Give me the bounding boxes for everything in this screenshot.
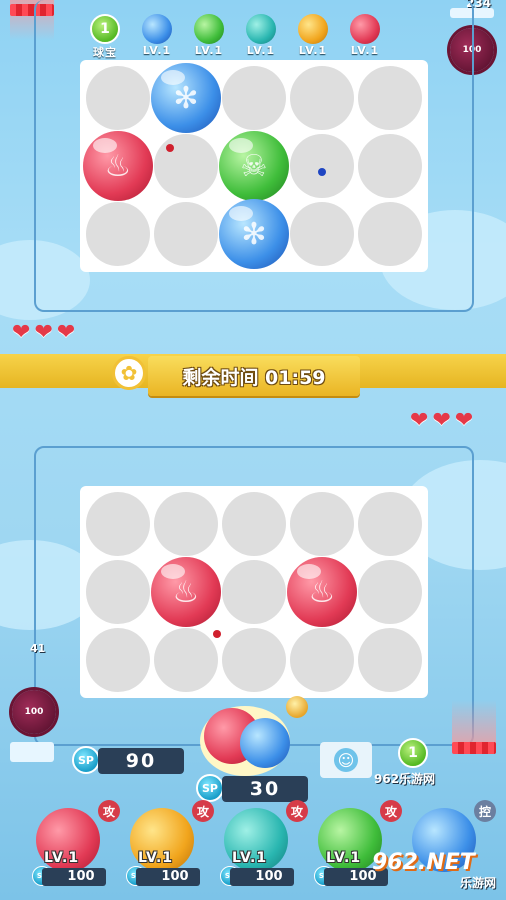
- summon-cost: 30: [222, 776, 308, 802]
- board-cell[interactable]: [290, 628, 354, 692]
- board-cell: ✻: [219, 199, 289, 269]
- emote-button[interactable]: ☺: [320, 742, 372, 778]
- board-cell: [358, 66, 422, 130]
- fire-orb[interactable]: ♨: [151, 557, 221, 627]
- watermark-site: 962乐游网: [374, 772, 436, 786]
- attack-tag: 攻: [380, 800, 402, 822]
- summon-button[interactable]: [200, 696, 308, 776]
- card-level: LV.1: [138, 850, 174, 866]
- board-cell: [222, 66, 286, 130]
- opponent-lives: ❤ ❤ ❤: [12, 322, 75, 344]
- watermark-logo: 962.NET 乐游网: [372, 850, 502, 896]
- board-cell: [86, 66, 150, 130]
- timer-box: 剩余时间 01:59: [148, 356, 360, 396]
- board-cell: [86, 202, 150, 266]
- board-cell[interactable]: [86, 560, 150, 624]
- ice-orb: ✻: [219, 199, 289, 269]
- attack-tag: 攻: [98, 800, 120, 822]
- board-cell: [154, 134, 218, 198]
- player-platform: [10, 742, 54, 762]
- player-spawn-glow: [452, 700, 496, 744]
- projectile: [213, 630, 221, 638]
- sp-icon: SP: [72, 746, 100, 774]
- card-cost: 100: [136, 868, 200, 886]
- heart-icon: ❤: [432, 408, 451, 433]
- clock-icon: ✿: [112, 356, 146, 390]
- board-cell[interactable]: [154, 492, 218, 556]
- sp-total: 90: [98, 748, 184, 774]
- watermark-sub: 乐游网: [459, 876, 496, 890]
- skill-card-fire[interactable]: 攻 LV.1 SP 100: [30, 800, 120, 894]
- board-cell[interactable]: [222, 628, 286, 692]
- watermark-logo-text: 962.NET: [372, 850, 475, 875]
- smiley-icon: ☺: [334, 748, 358, 772]
- board-cell[interactable]: [86, 628, 150, 692]
- board-cell: [290, 134, 354, 198]
- board-cell: ♨: [83, 131, 153, 201]
- card-cost: 100: [42, 868, 106, 886]
- heart-icon: ❤: [34, 320, 53, 345]
- player-spawn-pad: [452, 742, 496, 754]
- opponent-board: ✻ ♨ ☠ ✻: [80, 60, 428, 272]
- poison-orb: ☠: [219, 131, 289, 201]
- sp-icon: SP: [196, 774, 224, 802]
- gold-pearl-icon: [286, 696, 308, 718]
- card-level: LV.1: [44, 850, 80, 866]
- board-cell: [290, 202, 354, 266]
- board-cell[interactable]: [358, 628, 422, 692]
- heart-icon: ❤: [410, 408, 429, 433]
- board-cell: ✻: [151, 63, 221, 133]
- attack-tag: 攻: [286, 800, 308, 822]
- ice-orb: ✻: [151, 63, 221, 133]
- player-rank-badge-icon: 1: [398, 738, 428, 768]
- fire-orb: ♨: [83, 131, 153, 201]
- board-cell[interactable]: [358, 560, 422, 624]
- board-cell[interactable]: [222, 492, 286, 556]
- skill-card-lightning[interactable]: 攻 LV.1 SP 100: [124, 800, 214, 894]
- heart-icon: ❤: [454, 408, 474, 433]
- heart-icon: ❤: [12, 320, 31, 345]
- remaining-time: 剩余时间 01:59: [182, 366, 326, 389]
- side-value: 41: [30, 642, 46, 655]
- board-cell[interactable]: [290, 492, 354, 556]
- board-cell[interactable]: [86, 492, 150, 556]
- board-cell[interactable]: [222, 560, 286, 624]
- board-cell[interactable]: [154, 628, 218, 692]
- board-cell: [358, 134, 422, 198]
- skill-card-wind[interactable]: 攻 LV.1 SP 100: [218, 800, 308, 894]
- card-level: LV.1: [326, 850, 362, 866]
- board-cell: [154, 202, 218, 266]
- board-cell: ☠: [219, 131, 289, 201]
- control-tag: 控: [474, 800, 496, 822]
- card-level: LV.1: [232, 850, 268, 866]
- player-lives: ❤ ❤ ❤: [410, 410, 473, 432]
- board-cell[interactable]: ♨: [151, 557, 221, 627]
- player-monster: 100: [12, 690, 56, 734]
- heart-icon: ❤: [56, 320, 76, 345]
- fire-orb[interactable]: ♨: [287, 557, 357, 627]
- ice-orb: [240, 718, 290, 768]
- board-cell: [358, 202, 422, 266]
- board-cell: [290, 66, 354, 130]
- board-cell[interactable]: [358, 492, 422, 556]
- card-cost: 100: [230, 868, 294, 886]
- board-cell[interactable]: ♨: [287, 557, 357, 627]
- player-board: ♨ ♨: [80, 486, 428, 698]
- player-hp: 100: [24, 707, 44, 717]
- attack-tag: 攻: [192, 800, 214, 822]
